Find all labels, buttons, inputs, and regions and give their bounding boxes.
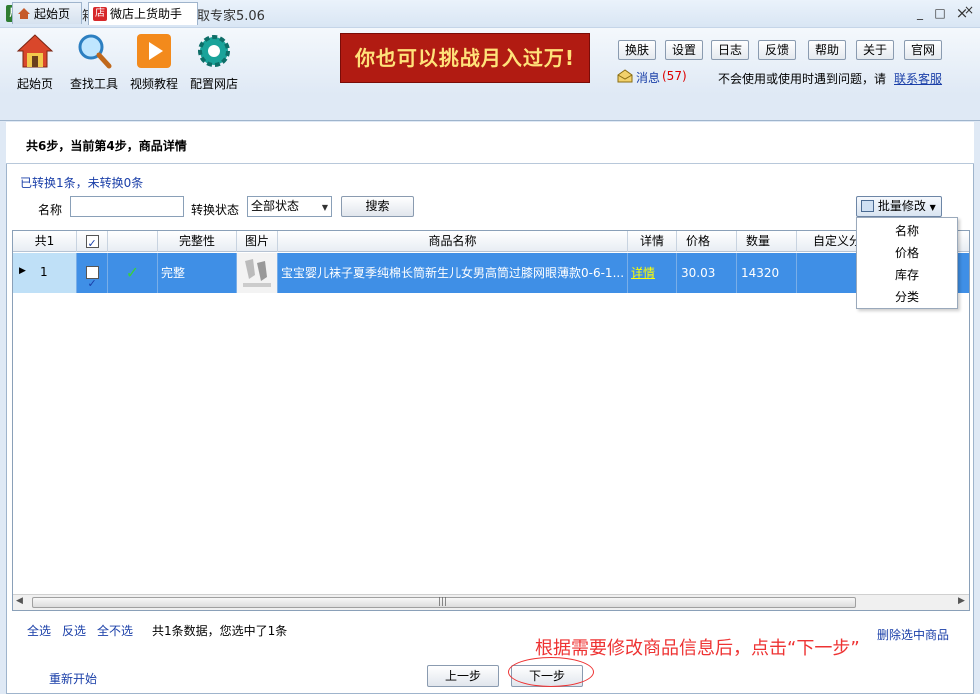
help-text: 不会使用或使用时遇到问题，请	[718, 72, 887, 86]
chevron-down-icon: ▼	[929, 203, 936, 212]
name-input[interactable]	[70, 196, 184, 217]
prev-step-button[interactable]: 上一步	[427, 665, 499, 687]
header-count: 共1	[13, 231, 77, 252]
row-checkbox-cell[interactable]	[77, 253, 108, 293]
row-category[interactable]	[797, 253, 857, 293]
minimize-button[interactable]: _	[910, 4, 930, 22]
delete-selected-link[interactable]: 删除选中商品	[877, 626, 949, 643]
header-detail[interactable]: 详情	[628, 231, 677, 252]
checkbox[interactable]	[85, 264, 99, 293]
name-label: 名称	[38, 203, 63, 217]
instruction-annotation: 根据需要修改商品信息后，点击“下一步”	[535, 638, 860, 659]
home-icon	[18, 8, 30, 19]
close-tab-icon[interactable]: ×	[964, 3, 974, 17]
shop-icon: 店	[93, 7, 107, 21]
help-button[interactable]: 帮助	[808, 40, 846, 60]
product-image	[237, 253, 277, 293]
message-count: (57)	[662, 69, 687, 83]
tab-weidian-helper[interactable]: 店 微店上货助手	[88, 2, 198, 25]
row-index: 1	[40, 265, 48, 279]
maximize-button[interactable]: □	[930, 4, 950, 22]
restart-link[interactable]: 重新开始	[49, 670, 97, 687]
row-product-name[interactable]: 宝宝婴儿袜子夏季纯棉长筒新生儿女男高筒过膝网眼薄款0-6-1...	[278, 253, 628, 293]
status-label: 转换状态	[191, 203, 240, 217]
menu-item-price[interactable]: 价格	[857, 242, 957, 264]
tool-find-button[interactable]: 查找工具	[64, 32, 124, 92]
chevron-down-icon: ▼	[321, 203, 328, 212]
tab-weidian-label: 微店上货助手	[110, 7, 183, 21]
selection-info: 共1条数据，您选中了1条	[152, 624, 288, 638]
tool-video-label: 视频教程	[129, 77, 178, 91]
tool-find-label: 查找工具	[69, 77, 118, 91]
tool-home-button[interactable]: 起始页	[5, 32, 65, 92]
tab-home[interactable]: 起始页	[12, 2, 82, 24]
menu-item-name[interactable]: 名称	[857, 220, 957, 242]
message-link[interactable]: 消息	[636, 69, 660, 86]
invert-selection-link[interactable]: 反选	[62, 622, 86, 639]
header-status	[108, 231, 158, 252]
batch-edit-menu: 名称 价格 库存 分类	[856, 217, 958, 309]
website-button[interactable]: 官网	[904, 40, 942, 60]
header-completeness[interactable]: 完整性	[158, 231, 237, 252]
tool-config-button[interactable]: 配置网店	[184, 32, 244, 92]
checkbox[interactable]	[85, 233, 99, 254]
scrollbar-grip: |||	[438, 597, 448, 607]
home-icon	[16, 34, 54, 68]
row-pointer-icon: ▶	[19, 266, 26, 276]
tool-video-button[interactable]: 视频教程	[124, 32, 184, 92]
row-quantity[interactable]: 14320	[737, 253, 797, 293]
menu-item-category[interactable]: 分类	[857, 286, 957, 308]
batch-edit-label: 批量修改	[877, 199, 926, 213]
settings-button[interactable]: 设置	[665, 40, 703, 60]
feedback-button[interactable]: 反馈	[758, 40, 796, 60]
row-completeness: 完整	[158, 253, 237, 293]
row-price[interactable]: 30.03	[677, 253, 737, 293]
play-icon	[137, 34, 171, 68]
log-button[interactable]: 日志	[711, 40, 749, 60]
header-image[interactable]: 图片	[237, 231, 278, 252]
tab-bar	[0, 97, 980, 121]
envelope-icon[interactable]	[617, 69, 633, 83]
row-indicator: ▶ 1	[13, 253, 77, 293]
header-quantity[interactable]: 数量	[737, 231, 797, 252]
menu-item-stock[interactable]: 库存	[857, 264, 957, 286]
search-button[interactable]: 搜索	[341, 196, 414, 217]
convert-status: 已转换1条，未转换0条	[20, 176, 144, 190]
row-detail-link[interactable]: 详情	[628, 253, 677, 293]
check-icon: ✓	[108, 253, 158, 293]
batch-edit-button[interactable]: 批量修改 ▼	[856, 196, 942, 217]
highlight-circle	[508, 657, 594, 687]
tool-home-label: 起始页	[16, 77, 53, 91]
skin-button[interactable]: 换肤	[618, 40, 656, 60]
tab-home-label: 起始页	[34, 6, 71, 21]
contact-support-link[interactable]: 联系客服	[894, 70, 942, 87]
select-all-link[interactable]: 全选	[27, 622, 51, 639]
header-product-name[interactable]: 商品名称	[278, 231, 628, 252]
scroll-left-icon[interactable]: ◀	[16, 596, 23, 606]
magnifier-icon	[78, 34, 112, 69]
product-thumbnail[interactable]	[237, 253, 278, 293]
batch-edit-icon	[861, 200, 874, 212]
tool-config-label: 配置网店	[189, 77, 238, 91]
about-button[interactable]: 关于	[856, 40, 894, 60]
status-select[interactable]: 全部状态 ▼	[247, 196, 332, 217]
promo-banner[interactable]: 你也可以挑战月入过万!	[340, 33, 590, 83]
status-select-value: 全部状态	[251, 199, 300, 213]
select-none-link[interactable]: 全不选	[97, 622, 133, 639]
scroll-right-icon[interactable]: ▶	[958, 596, 965, 606]
header-select-all-checkbox[interactable]	[77, 231, 108, 254]
header-price[interactable]: 价格	[677, 231, 737, 252]
step-indicator: 共6步，当前第4步，商品详情	[26, 139, 187, 153]
gear-icon	[198, 35, 230, 67]
